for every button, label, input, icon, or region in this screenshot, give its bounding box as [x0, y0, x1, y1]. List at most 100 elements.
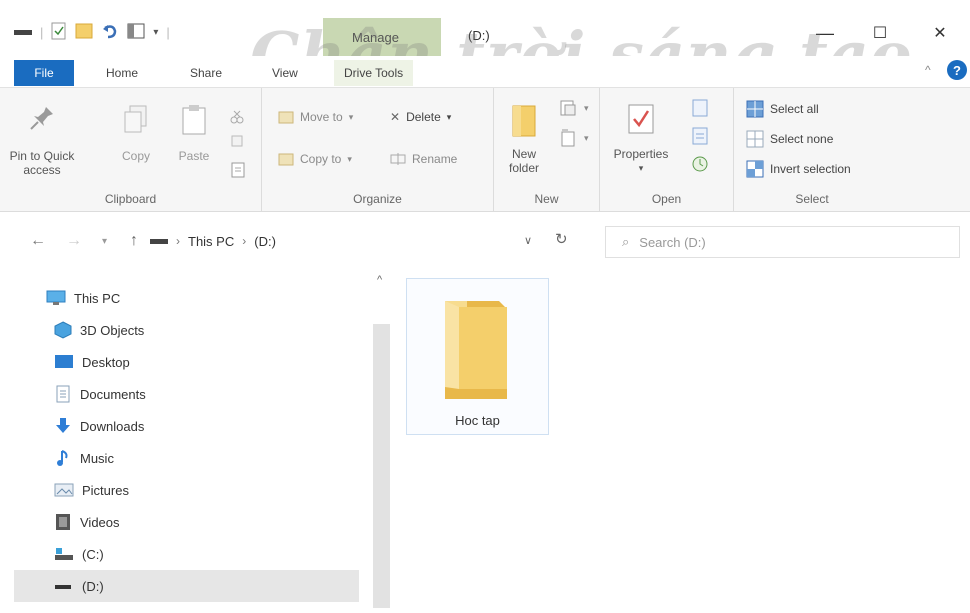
clipboard-group-label: Clipboard [104, 192, 157, 206]
nav-item-this-pc[interactable]: This PC [14, 282, 359, 314]
pin-label: Pin to Quick access [9, 149, 75, 177]
rename-label: Rename [412, 152, 458, 166]
close-button[interactable]: ✕ [920, 18, 960, 48]
desktop-icon [55, 355, 73, 368]
nav-label: (C:) [82, 546, 104, 562]
copy-to-button[interactable]: Copy to ▾ [278, 152, 352, 166]
open-group-label: Open [651, 192, 682, 206]
search-input[interactable]: ⌕ Search (D:) [605, 226, 960, 258]
new-item-button[interactable]: ▾ [558, 98, 589, 118]
edit-button[interactable] [690, 126, 710, 146]
help-icon[interactable]: ? [947, 60, 967, 80]
tab-view[interactable]: View [262, 60, 308, 86]
move-to-dropdown-icon: ▾ [348, 111, 354, 122]
monitor-icon [46, 290, 66, 305]
maximize-button[interactable]: ☐ [860, 18, 900, 48]
paste-icon [182, 105, 206, 135]
scissors-icon [230, 110, 244, 124]
minimize-button[interactable]: — [805, 18, 845, 48]
breadcrumb-separator-icon: › [176, 234, 180, 248]
picture-icon [54, 483, 74, 497]
delete-dropdown-icon: ▾ [446, 111, 452, 122]
copy-to-label: Copy to [300, 152, 342, 166]
breadcrumb-separator-icon: › [242, 234, 247, 248]
properties-icon [628, 104, 654, 134]
toolbar-separator-icon: | [166, 25, 170, 40]
music-icon [57, 450, 68, 466]
nav-item-3d-objects[interactable]: 3D Objects [14, 314, 359, 346]
properties-check-icon[interactable] [51, 22, 67, 43]
select-none-button[interactable]: Select none [746, 130, 833, 148]
properties-button[interactable]: Properties ▾ [606, 102, 676, 175]
forward-arrow-icon[interactable]: → [66, 232, 82, 250]
nav-item-downloads[interactable]: Downloads [14, 410, 359, 442]
paste-button[interactable]: Paste [172, 104, 216, 163]
folder-item[interactable]: Hoc tap [406, 278, 549, 435]
nav-item-drive-c[interactable]: (C:) [14, 538, 359, 570]
history-button[interactable] [690, 154, 710, 174]
pin-icon [30, 107, 53, 130]
layout-icon[interactable] [127, 23, 145, 42]
nav-item-pictures[interactable]: Pictures [14, 474, 359, 506]
open-group: Properties ▾ Open [600, 88, 734, 212]
organize-group: Move to ▾ ✕ Delete ▾ Copy to ▾ Rename Organ… [262, 88, 494, 212]
close-icon: ✕ [933, 25, 947, 42]
open-button[interactable] [690, 98, 710, 118]
customize-toolbar-chevron-icon[interactable]: ▾ [153, 27, 158, 38]
nav-item-documents[interactable]: Documents [14, 378, 359, 410]
scroll-up-icon[interactable]: ^ [377, 274, 382, 286]
new-folder-button[interactable]: New folder [498, 102, 550, 175]
organize-group-label: Organize [353, 192, 402, 206]
nav-item-drive-d[interactable]: (D:) [14, 570, 359, 602]
tab-share[interactable]: Share [180, 60, 232, 86]
document-icon [56, 385, 70, 403]
new-folder-icon[interactable] [75, 22, 93, 43]
navigation-bar: ← → ▾ ↑ › This PC › (D:) ∨ ↻ ⌕ Search (D… [0, 212, 970, 268]
nav-label: Pictures [82, 482, 129, 498]
minimize-icon: — [816, 22, 834, 43]
new-group: New folder ▾ ▾ New [494, 88, 600, 212]
pin-to-quick-access-button[interactable]: Pin to Quick access [8, 104, 76, 177]
copy-button[interactable]: Copy [116, 104, 156, 163]
easy-access-button[interactable]: ▾ [558, 128, 589, 148]
windows-drive-icon [55, 548, 73, 560]
select-all-icon [746, 100, 764, 118]
breadcrumb-this-pc[interactable]: This PC [188, 234, 234, 249]
invert-selection-button[interactable]: Invert selection [746, 160, 851, 178]
back-arrow-icon[interactable]: ← [30, 232, 46, 250]
ribbon-tabs: File Home Share View Drive Tools [0, 56, 970, 88]
refresh-icon[interactable]: ↻ [555, 230, 568, 248]
address-dropdown-icon[interactable]: ∨ [524, 234, 532, 247]
cut-button[interactable] [230, 110, 244, 124]
nav-item-desktop[interactable]: Desktop [14, 346, 359, 378]
delete-button[interactable]: ✕ Delete ▾ [390, 110, 451, 124]
move-to-button[interactable]: Move to ▾ [278, 110, 353, 124]
toolbar-separator-icon: | [40, 25, 44, 40]
new-item-icon [560, 100, 576, 116]
select-group: Select all Select none Invert selection … [734, 88, 890, 212]
nav-item-music[interactable]: Music [14, 442, 359, 474]
rename-button[interactable]: Rename [390, 152, 457, 166]
copy-path-button[interactable] [230, 134, 244, 148]
paste-label: Paste [178, 149, 210, 163]
clipboard-group: Pin to Quick access Copy Paste Clipboard [0, 88, 262, 212]
address-bar[interactable]: › This PC › (D:) [150, 226, 580, 256]
tab-drive-tools[interactable]: Drive Tools [334, 60, 414, 86]
up-arrow-icon[interactable]: ↑ [130, 232, 138, 250]
open-icon [692, 99, 708, 117]
tab-file[interactable]: File [14, 60, 74, 86]
breadcrumb-drive-d[interactable]: (D:) [254, 234, 276, 249]
scrollbar-thumb[interactable] [373, 324, 391, 608]
undo-icon[interactable] [101, 22, 119, 43]
nav-item-videos[interactable]: Videos [14, 506, 359, 538]
select-all-button[interactable]: Select all [746, 100, 819, 118]
download-icon [56, 418, 70, 433]
tab-home[interactable]: Home [96, 60, 148, 86]
recent-locations-chevron-icon[interactable]: ▾ [102, 236, 107, 247]
search-icon: ⌕ [622, 234, 630, 249]
easy-access-dropdown-icon: ▾ [584, 132, 589, 143]
paste-shortcut-button[interactable] [230, 162, 246, 178]
history-icon [692, 156, 708, 172]
select-group-label: Select [795, 192, 829, 206]
collapse-ribbon-icon[interactable]: ^ [925, 63, 931, 77]
